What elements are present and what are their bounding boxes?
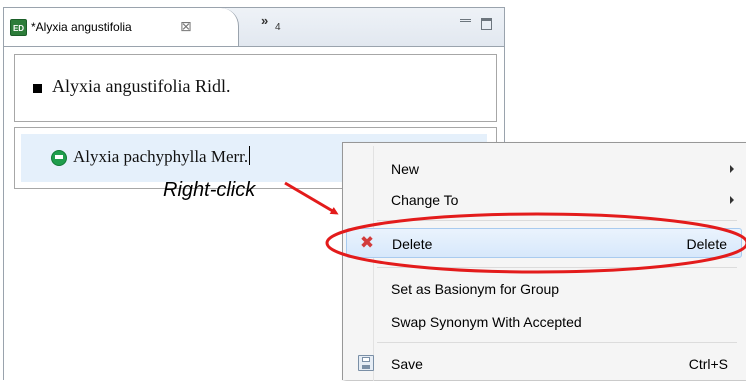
tab-overflow-chevron-icon[interactable]: » — [261, 13, 268, 28]
context-menu: New Change To ✖ Delete Delete Set as Bas… — [342, 142, 746, 381]
editor-app-icon: ED — [10, 19, 27, 36]
right-click-annotation: Right-click — [163, 179, 256, 201]
minimize-icon[interactable] — [460, 18, 471, 27]
editor-tab-strip: ED *Alyxia angustifolia ⊠ » 4 — [4, 8, 504, 47]
maximize-icon[interactable] — [481, 18, 492, 30]
menu-item-label: Change To — [391, 192, 459, 208]
menu-item-label: New — [391, 161, 420, 177]
accepted-name-container: Alyxia angustifolia Ridl. — [14, 54, 497, 122]
menu-separator — [377, 267, 737, 268]
accepted-taxon-name[interactable]: Alyxia angustifolia Ridl. — [52, 76, 230, 97]
menu-item-save[interactable]: Save Ctrl+S — [346, 349, 742, 379]
menu-item-label: Set as Basionym for Group — [391, 281, 560, 297]
tab-title: *Alyxia angustifolia — [31, 20, 132, 34]
accepted-bullet-icon — [33, 84, 42, 93]
tab-close-icon[interactable]: ⊠ — [180, 18, 192, 35]
menu-item-shortcut: Delete — [686, 236, 727, 252]
menu-item-swap-synonym[interactable]: Swap Synonym With Accepted — [346, 307, 742, 337]
save-icon — [358, 355, 374, 371]
synonym-taxon-name: Alyxia pachyphylla Merr. — [73, 147, 249, 166]
tab-overflow-count: 4 — [275, 22, 281, 33]
menu-item-change-to[interactable]: Change To — [346, 185, 742, 215]
synonym-equals-icon — [51, 150, 67, 166]
delete-icon: ✖ — [359, 233, 375, 252]
submenu-arrow-icon — [730, 196, 734, 204]
menu-item-label: Delete — [392, 236, 433, 252]
submenu-arrow-icon — [730, 165, 734, 173]
text-caret — [249, 146, 251, 165]
menu-separator — [377, 342, 737, 343]
synonym-taxon-line[interactable]: Alyxia pachyphylla Merr. — [73, 146, 251, 167]
menu-item-label: Swap Synonym With Accepted — [391, 314, 582, 330]
menu-item-new[interactable]: New — [346, 154, 742, 184]
menu-item-delete[interactable]: ✖ Delete Delete — [346, 228, 742, 258]
menu-item-set-as-basionym[interactable]: Set as Basionym for Group — [346, 274, 742, 304]
tab-alyxia-angustifolia[interactable]: ED *Alyxia angustifolia ⊠ — [4, 8, 239, 46]
menu-item-shortcut: Ctrl+S — [688, 356, 728, 372]
menu-item-label: Save — [391, 356, 423, 372]
menu-separator — [377, 220, 737, 221]
